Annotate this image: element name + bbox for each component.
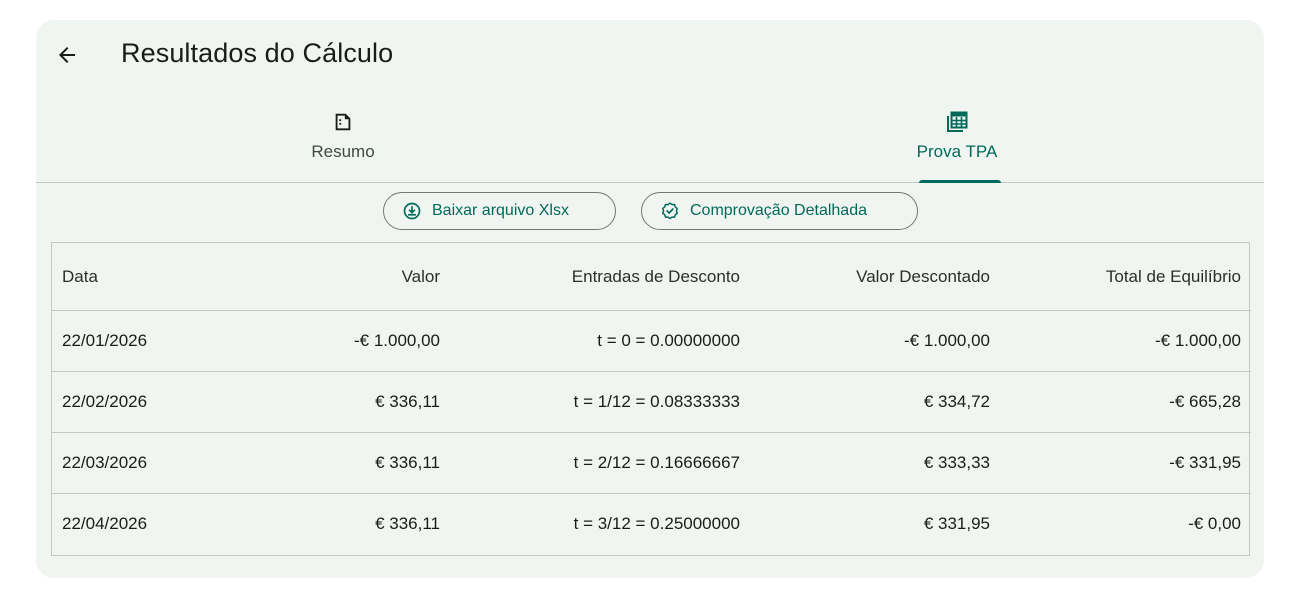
detailed-verification-button[interactable]: Comprovação Detalhada bbox=[641, 192, 918, 230]
active-tab-indicator bbox=[919, 180, 1001, 183]
cell-discount-input: t = 3/12 = 0.25000000 bbox=[573, 514, 740, 533]
cell-date: 22/02/2026 bbox=[52, 371, 212, 433]
page-title: Resultados do Cálculo bbox=[121, 38, 394, 68]
cell-discount-input: t = 1/12 = 0.08333333 bbox=[450, 371, 750, 433]
table-row: 22/03/2026 € 336,11 t = 2/12 = 0.1666666… bbox=[52, 432, 1251, 494]
cell-discount-input: t = 2/12 = 0.16666667 bbox=[450, 432, 750, 494]
column-header-valor: Valor bbox=[212, 243, 450, 311]
column-header-data: Data bbox=[52, 243, 212, 311]
cell-balance-total: -€ 331,95 bbox=[1000, 432, 1251, 494]
tab-resumo[interactable]: Resumo bbox=[36, 104, 650, 182]
column-header-entradas-desconto: Entradas de Desconto bbox=[450, 243, 750, 311]
action-bar: Baixar arquivo Xlsx Comprovação Detalhad… bbox=[36, 192, 1264, 234]
tab-bar: Resumo Prova TPA bbox=[36, 104, 1264, 183]
document-icon bbox=[332, 109, 354, 135]
tab-prova-tpa[interactable]: Prova TPA bbox=[650, 104, 1264, 182]
tab-label-prova-tpa: Prova TPA bbox=[916, 142, 998, 161]
cell-discounted-value: -€ 1.000,00 bbox=[750, 310, 1000, 372]
cell-discount-input: t = 0 = 0.00000000 bbox=[450, 310, 750, 372]
cell-date: 22/04/2026 bbox=[62, 514, 148, 533]
cell-value: € 336,11 bbox=[375, 514, 440, 533]
table-header-row: Data Valor Entradas de Desconto Valor De… bbox=[52, 243, 1251, 311]
table-row: 22/04/2026 € 336,11 t = 3/12 = 0.2500000… bbox=[52, 494, 1251, 555]
cell-discounted-value: € 331,95 bbox=[923, 514, 990, 533]
cell-balance-total: -€ 665,28 bbox=[1000, 371, 1251, 433]
column-header-total-equilibrio: Total de Equilíbrio bbox=[1000, 243, 1251, 311]
results-card: Resultados do Cálculo Resumo Prova TPA B… bbox=[36, 20, 1264, 578]
table-icon bbox=[945, 109, 969, 135]
cell-discounted-value: € 334,72 bbox=[750, 371, 1000, 433]
cell-balance-total: -€ 1.000,00 bbox=[1000, 310, 1251, 372]
cell-value: € 336,11 bbox=[212, 371, 450, 433]
table-row: 22/01/2026 -€ 1.000,00 t = 0 = 0.0000000… bbox=[52, 310, 1251, 372]
app-bar: Resultados do Cálculo bbox=[36, 20, 1264, 90]
cell-value: -€ 1.000,00 bbox=[212, 310, 450, 372]
verified-badge-icon bbox=[662, 202, 678, 220]
download-xlsx-label: Baixar arquivo Xlsx bbox=[432, 202, 569, 219]
cell-date: 22/01/2026 bbox=[52, 310, 212, 372]
results-table: Data Valor Entradas de Desconto Valor De… bbox=[51, 242, 1251, 556]
download-xlsx-button[interactable]: Baixar arquivo Xlsx bbox=[383, 192, 616, 230]
cell-value: € 336,11 bbox=[212, 432, 450, 494]
table-row: 22/02/2026 € 336,11 t = 1/12 = 0.0833333… bbox=[52, 371, 1251, 433]
cell-balance-total: -€ 0,00 bbox=[1188, 514, 1241, 533]
cell-discounted-value: € 333,33 bbox=[750, 432, 1000, 494]
download-circle-icon bbox=[403, 202, 421, 220]
back-button[interactable] bbox=[52, 40, 82, 70]
column-header-valor-descontado: Valor Descontado bbox=[750, 243, 1000, 311]
cell-date: 22/03/2026 bbox=[52, 432, 212, 494]
detailed-verification-label: Comprovação Detalhada bbox=[690, 202, 867, 219]
arrow-left-icon bbox=[59, 47, 75, 63]
tab-label-resumo: Resumo bbox=[311, 142, 375, 161]
